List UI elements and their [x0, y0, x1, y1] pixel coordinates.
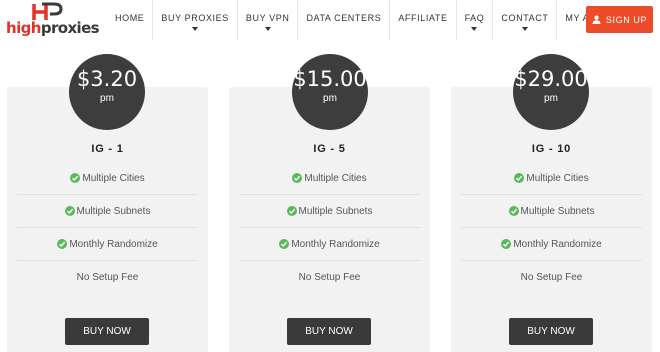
- feature-item: No Setup Fee: [17, 261, 198, 294]
- nav-label: BUY PROXIES: [161, 13, 229, 23]
- sign-up-button[interactable]: SIGN UP: [586, 6, 653, 33]
- nav-item-home[interactable]: HOME: [107, 0, 152, 40]
- nav-item-buy-proxies[interactable]: BUY PROXIES: [152, 0, 236, 40]
- nav-label: DATA CENTERS: [306, 13, 382, 23]
- check-icon: [64, 206, 75, 216]
- check-icon: [279, 239, 290, 249]
- plan-name: IG - 5: [313, 143, 346, 155]
- price-value: $15.00: [293, 67, 367, 91]
- price-unit: pm: [100, 93, 114, 104]
- user-icon: [592, 15, 601, 24]
- feature-item: No Setup Fee: [239, 261, 420, 294]
- feature-item: Multiple Subnets: [17, 195, 198, 228]
- plan-name: IG - 1: [91, 143, 124, 155]
- feature-label: Monthly Randomize: [69, 238, 158, 250]
- feature-label: Multiple Cities: [82, 172, 145, 184]
- feature-item: Monthly Randomize: [239, 228, 420, 261]
- caret-down-icon: [192, 27, 199, 31]
- price-badge: $3.20 pm: [69, 54, 145, 130]
- nav-label: CONTACT: [501, 13, 549, 23]
- buy-now-label: BUY NOW: [83, 326, 131, 337]
- buy-now-button[interactable]: BUY NOW: [509, 318, 593, 345]
- logo-wordmark: highproxies: [6, 19, 100, 37]
- main-nav: HOME BUY PROXIES BUY VPN DATA CENTERS AF…: [107, 0, 639, 40]
- check-icon: [57, 239, 68, 249]
- caret-down-icon: [471, 27, 478, 31]
- feature-item: No Setup Fee: [461, 261, 642, 294]
- site-header: highproxies HOME BUY PROXIES BUY VPN DAT…: [0, 0, 660, 40]
- feature-label: Multiple Cities: [526, 172, 589, 184]
- nav-label: HOME: [115, 13, 145, 23]
- feature-item: Multiple Cities: [461, 162, 642, 195]
- price-badge: $29.00 pm: [513, 54, 589, 130]
- price-unit: pm: [323, 93, 337, 104]
- feature-item: Multiple Cities: [239, 162, 420, 195]
- nav-item-data-centers[interactable]: DATA CENTERS: [297, 0, 389, 40]
- feature-item: Multiple Subnets: [239, 195, 420, 228]
- logo-text-proxies: proxies: [40, 19, 100, 37]
- nav-label: AFFILIATE: [398, 13, 448, 23]
- check-icon: [514, 173, 525, 183]
- buy-now-label: BUY NOW: [527, 326, 575, 337]
- feature-label: No Setup Fee: [298, 272, 361, 283]
- nav-item-contact[interactable]: CONTACT: [492, 0, 556, 40]
- buy-now-label: BUY NOW: [305, 326, 353, 337]
- feature-label: Monthly Randomize: [291, 238, 380, 250]
- check-icon: [292, 173, 303, 183]
- check-icon: [70, 173, 81, 183]
- buy-now-button[interactable]: BUY NOW: [287, 318, 371, 345]
- feature-label: Multiple Subnets: [520, 205, 595, 217]
- logo-text-high: high: [6, 19, 41, 37]
- check-icon: [501, 239, 512, 249]
- price-value: $3.20: [76, 67, 138, 91]
- feature-label: No Setup Fee: [520, 272, 583, 283]
- feature-item: Monthly Randomize: [17, 228, 198, 261]
- highproxies-logo[interactable]: highproxies: [4, 2, 100, 38]
- feature-label: Multiple Cities: [304, 172, 367, 184]
- pricing-section: IG - 1 Multiple Cities Multiple Subnets …: [0, 40, 660, 352]
- nav-item-faq[interactable]: FAQ: [455, 0, 493, 40]
- nav-label: BUY VPN: [245, 13, 290, 23]
- feature-item: Monthly Randomize: [461, 228, 642, 261]
- price-unit: pm: [544, 93, 558, 104]
- feature-label: Monthly Randomize: [513, 238, 602, 250]
- buy-now-button[interactable]: BUY NOW: [65, 318, 149, 345]
- feature-item: Multiple Cities: [17, 162, 198, 195]
- check-icon: [286, 206, 297, 216]
- nav-item-buy-vpn[interactable]: BUY VPN: [236, 0, 298, 40]
- price-badge: $15.00 pm: [292, 54, 368, 130]
- feature-label: No Setup Fee: [76, 272, 139, 283]
- plan-name: IG - 10: [531, 143, 572, 155]
- feature-label: Multiple Subnets: [298, 205, 373, 217]
- caret-down-icon: [264, 27, 271, 31]
- caret-down-icon: [521, 27, 528, 31]
- price-value: $29.00: [514, 67, 588, 91]
- nav-label: FAQ: [464, 13, 485, 23]
- feature-label: Multiple Subnets: [76, 205, 151, 217]
- nav-item-affiliate[interactable]: AFFILIATE: [389, 0, 455, 40]
- check-icon: [508, 206, 519, 216]
- feature-item: Multiple Subnets: [461, 195, 642, 228]
- sign-up-label: SIGN UP: [605, 14, 648, 25]
